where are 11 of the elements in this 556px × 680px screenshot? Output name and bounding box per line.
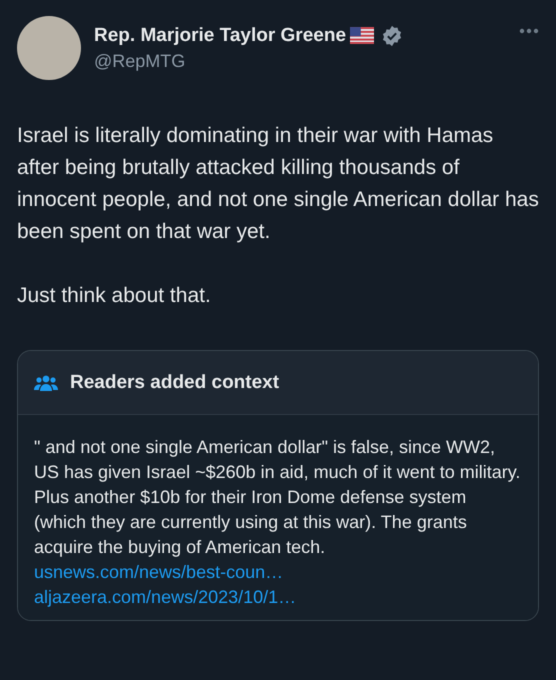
context-note-text: " and not one single American dollar" is false, since WW2, US has given Israel ~$260b in aid, much of it went to military. Plus another $10b for their Iron Dome defense system (which they are currently using at this war). The grants acquire the buying of American tech.: [34, 436, 522, 559]
context-title: Readers added context: [70, 372, 280, 394]
tweet-text: Israel is literally dominating in their war with Hamas after being brutally attacked killing thousands of innocent people, and not one single American dollar has been spent on that war yet.: [17, 123, 539, 245]
source-link[interactable]: aljazeera.com/news/2023/10/1…: [34, 585, 296, 610]
flag-icon: [350, 27, 374, 44]
source-link[interactable]: usnews.com/news/best-coun…: [34, 560, 284, 585]
more-options-icon[interactable]: [519, 28, 539, 34]
people-icon: [34, 374, 58, 392]
author-handle[interactable]: @RepMTG: [94, 50, 506, 72]
author-name[interactable]: Rep. Marjorie Taylor Greene: [94, 24, 346, 46]
tweet-text: Just think about that.: [17, 283, 212, 309]
